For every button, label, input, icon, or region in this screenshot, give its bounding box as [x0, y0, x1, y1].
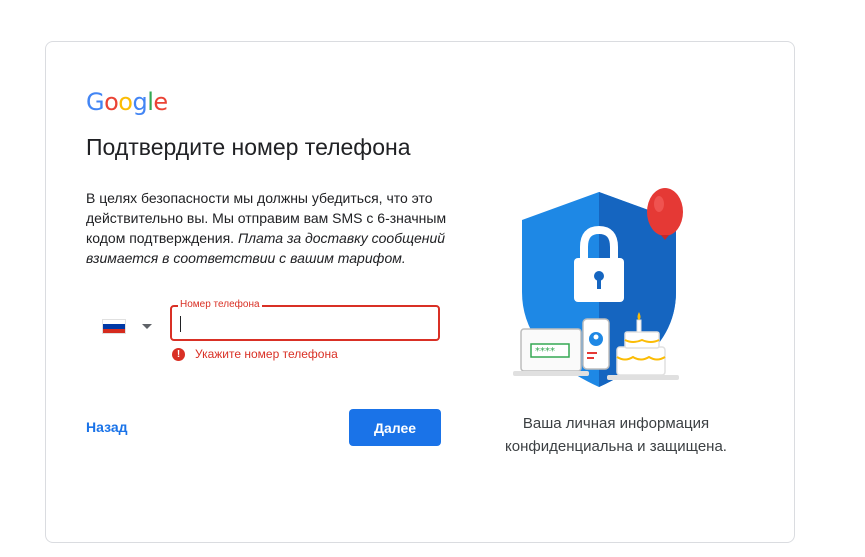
text-cursor	[180, 316, 181, 332]
security-illustration: ****	[513, 188, 683, 387]
description: В целях безопасности мы должны убедиться…	[86, 188, 456, 268]
country-selector[interactable]	[102, 317, 154, 337]
google-logo: Google	[86, 88, 168, 116]
logo-letter: o	[104, 88, 119, 116]
russia-flag-icon	[102, 319, 126, 334]
page-title: Подтвердите номер телефона	[86, 134, 411, 160]
phone-input[interactable]	[178, 311, 430, 335]
phone-field[interactable]: Номер телефона	[170, 299, 440, 341]
logo-letter: o	[118, 88, 133, 116]
back-button[interactable]: Назад	[86, 419, 128, 435]
password-badge: ****	[535, 346, 555, 357]
logo-letter: G	[86, 88, 105, 116]
logo-letter: e	[153, 88, 168, 116]
error-text: Укажите номер телефона	[195, 347, 338, 361]
next-button[interactable]: Далее	[349, 409, 441, 446]
chevron-down-icon	[142, 324, 152, 329]
phone-error: ! Укажите номер телефона	[172, 346, 338, 362]
privacy-caption: Ваша личная информация конфиденциальна и…	[505, 415, 727, 455]
signin-card: Google Подтвердите номер телефона В целя…	[45, 41, 795, 543]
logo-letter: g	[132, 88, 148, 116]
phone-label: Номер телефона	[178, 299, 262, 311]
error-icon: !	[172, 347, 185, 361]
